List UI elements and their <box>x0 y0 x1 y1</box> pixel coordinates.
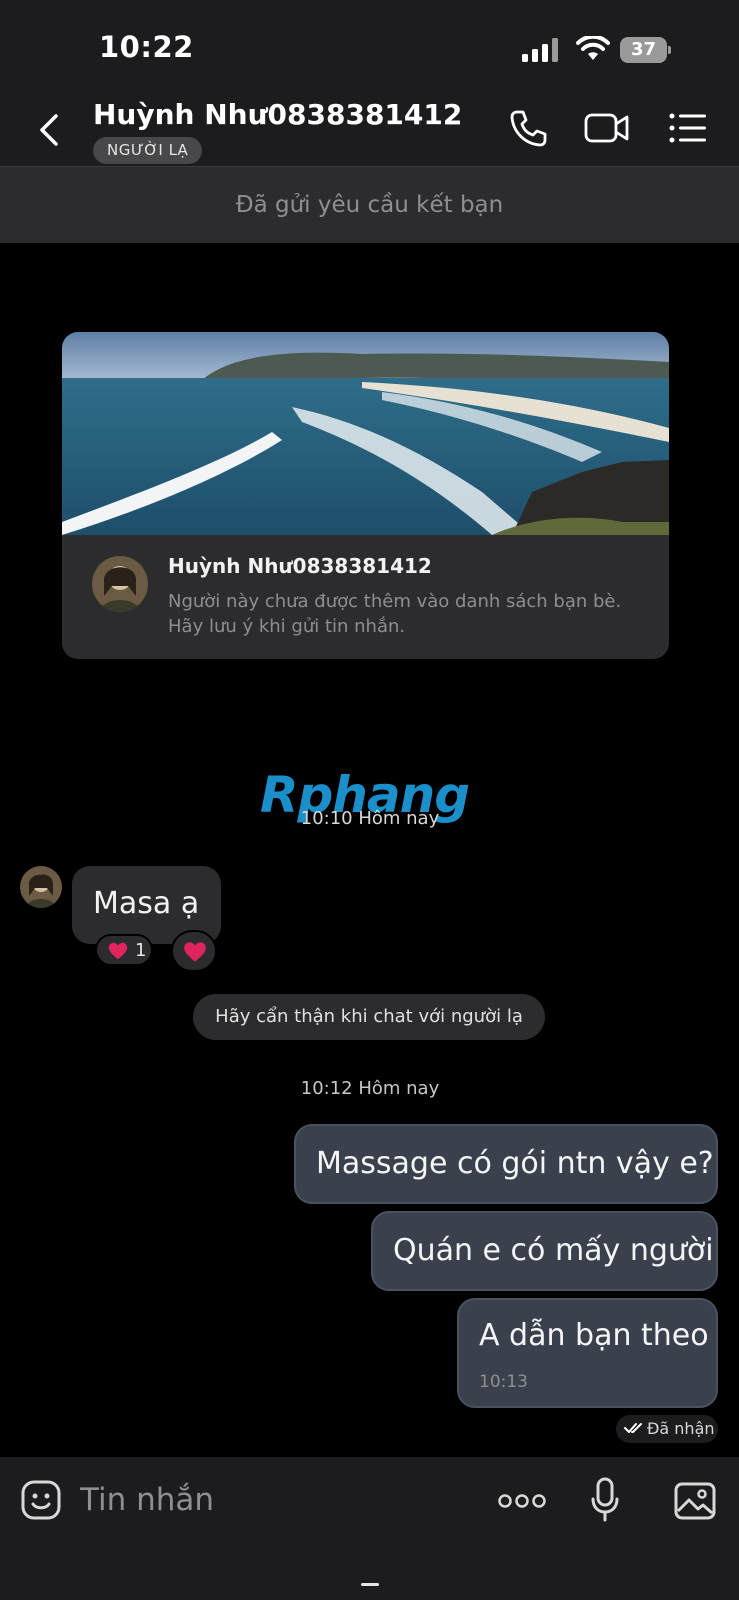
signal-icon <box>522 38 558 62</box>
reaction-summary[interactable]: 1 <box>95 934 153 966</box>
home-indicator <box>361 1583 379 1586</box>
more-dots-icon[interactable] <box>498 1493 546 1509</box>
microphone-icon[interactable] <box>590 1477 620 1523</box>
heart-icon <box>108 942 128 960</box>
phone-icon[interactable] <box>508 108 548 148</box>
stranger-badge: NGƯỜI LẠ <box>93 137 203 164</box>
contact-name[interactable]: Huỳnh Như0838381412 <box>93 98 462 131</box>
message-text: Massage có gói ntn vậy e? <box>316 1146 714 1181</box>
image-gallery-icon[interactable] <box>674 1481 716 1521</box>
delivery-status: Đã nhận <box>616 1415 718 1443</box>
status-time: 10:22 <box>99 30 194 64</box>
reaction-count: 1 <box>135 940 147 961</box>
message-text: Quán e có mấy người <box>393 1233 714 1268</box>
profile-card[interactable]: Huỳnh Như0838381412 Người này chưa được … <box>62 332 669 659</box>
card-warning-note: Người này chưa được thêm vào danh sách b… <box>168 591 622 637</box>
heart-icon <box>184 942 206 962</box>
emoji-sticker-icon[interactable] <box>20 1479 62 1521</box>
timestamp-divider: 10:10 Hôm nay <box>300 808 440 829</box>
double-check-icon <box>624 1423 642 1433</box>
add-reaction-button[interactable] <box>171 930 217 972</box>
battery-indicator: 37 <box>620 37 672 63</box>
outgoing-message-bubble[interactable]: A dẫn bạn theo 10:13 <box>457 1298 718 1408</box>
avatar[interactable] <box>20 866 62 908</box>
message-text: Masa ạ <box>93 886 200 921</box>
message-text: A dẫn bạn theo <box>479 1318 709 1353</box>
video-camera-icon[interactable] <box>584 108 630 148</box>
message-input[interactable] <box>80 1473 460 1527</box>
cover-photo <box>62 332 669 535</box>
stranger-warning-notice: Hãy cẩn thận khi chat với người lạ <box>193 994 545 1040</box>
back-chevron-icon[interactable] <box>32 108 68 152</box>
avatar[interactable] <box>92 556 148 612</box>
list-menu-icon[interactable] <box>668 108 708 148</box>
top-bar: 10:22 37 Huỳnh Như0838381412 NGƯỜI LẠ <box>0 0 739 166</box>
delivery-status-label: Đã nhận <box>647 1419 715 1438</box>
friend-request-status: Đã gửi yêu cầu kết bạn <box>0 166 739 243</box>
message-composer <box>0 1457 739 1600</box>
message-time: 10:13 <box>479 1372 528 1392</box>
outgoing-message-bubble[interactable]: Quán e có mấy người <box>371 1211 718 1291</box>
outgoing-message-bubble[interactable]: Massage có gói ntn vậy e? <box>294 1124 718 1204</box>
timestamp-divider: 10:12 Hôm nay <box>300 1078 440 1099</box>
wifi-icon <box>576 36 610 60</box>
battery-level: 37 <box>620 37 667 63</box>
card-contact-name: Huỳnh Như0838381412 <box>168 554 432 578</box>
